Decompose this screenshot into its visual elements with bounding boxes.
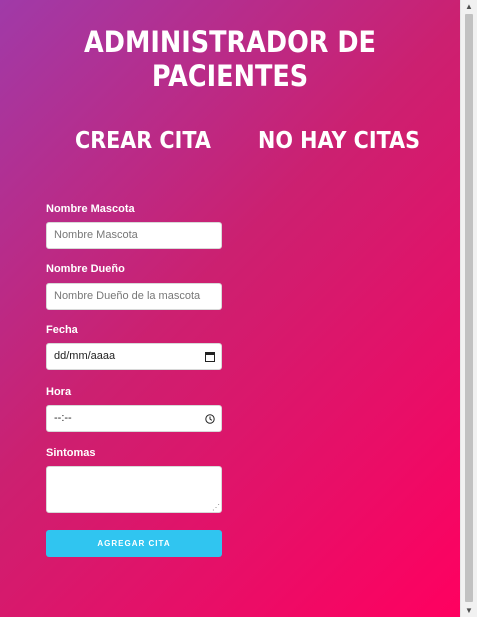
time-input[interactable]: --:--	[46, 405, 222, 432]
date-input[interactable]: dd/mm/aaaa	[46, 343, 222, 370]
date-label: Fecha	[46, 324, 78, 336]
page-title: ADMINISTRADOR DE PACIENTES	[84, 25, 376, 93]
owner-name-placeholder: Nombre Dueño de la mascota	[54, 290, 201, 302]
symptoms-label: Sintomas	[46, 447, 96, 459]
scroll-up-arrow-icon[interactable]: ▲	[465, 2, 473, 11]
pet-name-input[interactable]: Nombre Mascota	[46, 222, 222, 249]
add-appointment-button[interactable]: AGREGAR CITA	[46, 530, 222, 557]
time-label: Hora	[46, 386, 72, 398]
scroll-thumb[interactable]	[465, 14, 473, 602]
scroll-down-arrow-icon[interactable]: ▼	[465, 606, 473, 615]
appointments-list-heading: NO HAY CITAS	[258, 128, 421, 154]
app-container: ADMINISTRADOR DE PACIENTES CREAR CITA NO…	[0, 0, 460, 617]
pet-name-placeholder: Nombre Mascota	[54, 229, 138, 241]
resize-handle-icon[interactable]: ⋰	[212, 504, 220, 512]
owner-name-input[interactable]: Nombre Dueño de la mascota	[46, 283, 222, 310]
pet-name-label: Nombre Mascota	[46, 203, 135, 215]
calendar-icon[interactable]	[205, 344, 215, 369]
date-value: dd/mm/aaaa	[54, 350, 116, 362]
clock-icon[interactable]	[205, 406, 215, 431]
owner-name-label: Nombre Dueño	[46, 263, 125, 275]
create-appointment-heading: CREAR CITA	[75, 128, 211, 154]
time-value: --:--	[54, 412, 72, 424]
vertical-scrollbar[interactable]: ▲ ▼	[460, 0, 477, 617]
symptoms-textarea[interactable]: ⋰	[46, 466, 222, 513]
